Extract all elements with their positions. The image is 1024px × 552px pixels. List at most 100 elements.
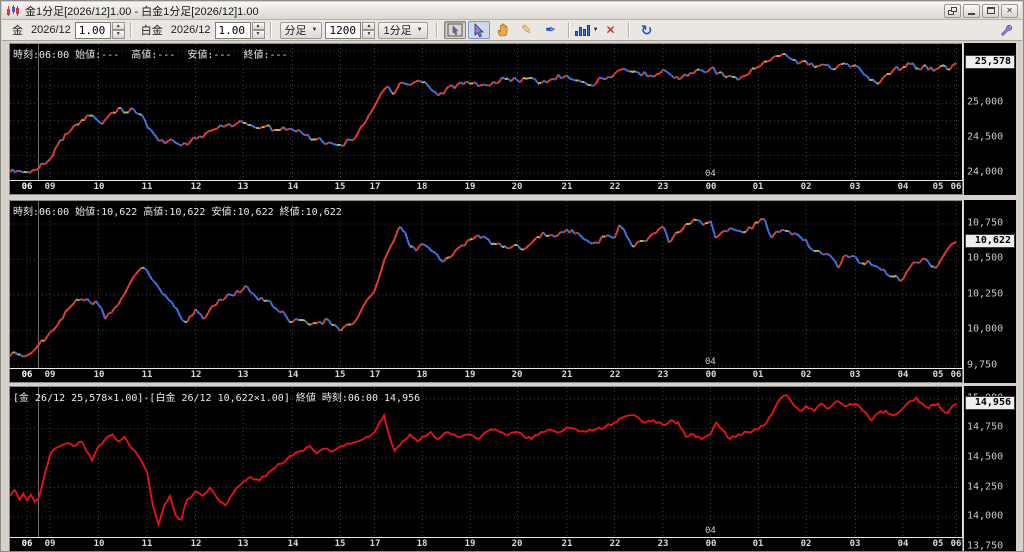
candle-segment: [433, 91, 436, 92]
candle-segment: [718, 233, 721, 236]
candle-segment: [617, 225, 619, 232]
toolbar-separator: [568, 22, 570, 38]
candle-segment: [296, 319, 299, 321]
spin-down-icon[interactable]: ▼: [252, 30, 265, 39]
candle-segment: [273, 307, 276, 309]
candle-segment: [344, 139, 348, 146]
candle-segment: [206, 131, 209, 133]
hand-pan-icon[interactable]: [492, 21, 514, 39]
minimize-button[interactable]: [963, 4, 980, 18]
candle-segment: [203, 134, 206, 138]
pen-annotate-icon[interactable]: ✒: [540, 21, 562, 39]
candle-segment: [855, 66, 858, 68]
close-button[interactable]: ✕: [1001, 4, 1018, 18]
candle-segment: [627, 71, 630, 72]
spin-up-icon[interactable]: ▲: [252, 22, 265, 31]
time-tick-label: 00: [706, 370, 717, 380]
spin-down-icon[interactable]: ▼: [362, 30, 375, 39]
candle-segment: [585, 82, 588, 85]
gold-multiplier-input[interactable]: [75, 22, 111, 39]
candle-segment: [121, 108, 124, 113]
spread-chart-panel: [金 26/12 25,578×1.00]-[白金 26/12 10,622×1…: [9, 386, 963, 552]
spread-chart-plot[interactable]: [金 26/12 25,578×1.00]-[白金 26/12 10,622×1…: [9, 386, 963, 538]
candle-segment: [413, 81, 416, 83]
platinum-chart-plot[interactable]: 時刻:06:00 始値:10,622 高値:10,622 安値:10,622 終…: [9, 200, 963, 369]
candle-segment: [874, 266, 877, 267]
candle-segment: [431, 89, 434, 91]
time-tick-label: 03: [850, 182, 861, 192]
platinum-multiplier-input[interactable]: [215, 22, 251, 39]
cursor-icon[interactable]: [468, 21, 490, 39]
pencil-draw-icon[interactable]: ✎: [516, 21, 538, 39]
time-tick-label: 18: [417, 370, 428, 380]
candle-segment: [286, 317, 289, 322]
candle-segment: [900, 279, 903, 281]
candle-segment: [476, 82, 479, 86]
candle-segment: [702, 71, 705, 73]
candle-segment: [152, 280, 155, 282]
candle-segment: [131, 276, 134, 282]
bar-type-dropdown[interactable]: 分足 ▼: [280, 22, 323, 39]
time-tick-label: 04: [898, 370, 909, 380]
candle-segment: [23, 355, 27, 357]
candle-segment: [494, 82, 497, 84]
candle-segment: [699, 70, 702, 71]
candle-segment: [948, 246, 950, 250]
candle-segment: [169, 300, 172, 302]
time-tick-label: 06: [951, 539, 962, 549]
candle-segment: [465, 241, 468, 246]
candle-segment: [470, 83, 473, 84]
candle-segment: [206, 311, 209, 316]
candle-segment: [721, 231, 724, 233]
candle-segment: [683, 224, 686, 229]
candle-segment: [96, 119, 99, 122]
candle-segment: [267, 301, 270, 302]
candle-segment: [654, 74, 657, 77]
spin-up-icon[interactable]: ▲: [112, 22, 125, 31]
candle-segment: [827, 254, 830, 256]
chevron-down-icon: ▼: [312, 27, 318, 33]
candle-segment: [714, 67, 717, 74]
time-tick-label: 22: [610, 182, 621, 192]
price-tick-label: 14,750: [967, 422, 1003, 433]
clear-indicators-icon[interactable]: ✕: [600, 21, 622, 39]
candle-segment: [663, 227, 666, 232]
bar-count-input[interactable]: [325, 22, 361, 39]
platinum-multiplier-spinner[interactable]: ▲▼: [215, 22, 265, 39]
platinum-last-price-badge: 10,622: [965, 234, 1015, 248]
candle-segment: [727, 76, 730, 77]
interval-dropdown[interactable]: 1分足 ▼: [378, 22, 427, 39]
candle-segment: [443, 258, 446, 262]
candle-segment: [270, 301, 273, 307]
gold-time-axis: 0609101112131415171819202122230001020304…: [9, 181, 963, 195]
spin-up-icon[interactable]: ▲: [362, 22, 375, 31]
date-label: 04: [705, 357, 716, 367]
candle-segment: [669, 74, 672, 76]
candle-segment: [381, 259, 384, 271]
maximize-button[interactable]: [982, 4, 999, 18]
candle-segment: [402, 82, 405, 83]
crosshair-select-icon[interactable]: [444, 21, 466, 39]
settings-wrench-icon[interactable]: [999, 23, 1013, 37]
candle-segment: [87, 115, 90, 116]
title-bar[interactable]: 金1分足[2026/12]1.00 - 白金1分足[2026/12]1.00 ✕: [2, 2, 1022, 20]
spin-down-icon[interactable]: ▼: [112, 30, 125, 39]
candle-segment: [293, 130, 296, 132]
candle-segment: [884, 269, 887, 274]
candle-segment: [229, 124, 232, 127]
duplicate-window-button[interactable]: [944, 4, 961, 18]
bar-count-spinner[interactable]: ▲▼: [325, 22, 375, 39]
gold-chart-plot[interactable]: 時刻:06:00 始値:--- 高値:--- 安値:--- 終値:--- 04: [9, 43, 963, 181]
candle-segment: [172, 302, 175, 307]
candle-segment: [945, 66, 947, 70]
candle-segment: [233, 124, 236, 127]
candle-segment: [450, 255, 453, 258]
gold-multiplier-spinner[interactable]: ▲▼: [75, 22, 125, 39]
bar-chart-type-icon[interactable]: ▼: [576, 21, 598, 39]
time-tick-label: 15: [335, 182, 346, 192]
candle-segment: [344, 324, 348, 327]
time-tick-label: 19: [465, 370, 476, 380]
refresh-icon[interactable]: ↻: [636, 21, 658, 39]
time-tick-label: 22: [610, 539, 621, 549]
candle-segment: [645, 72, 648, 77]
